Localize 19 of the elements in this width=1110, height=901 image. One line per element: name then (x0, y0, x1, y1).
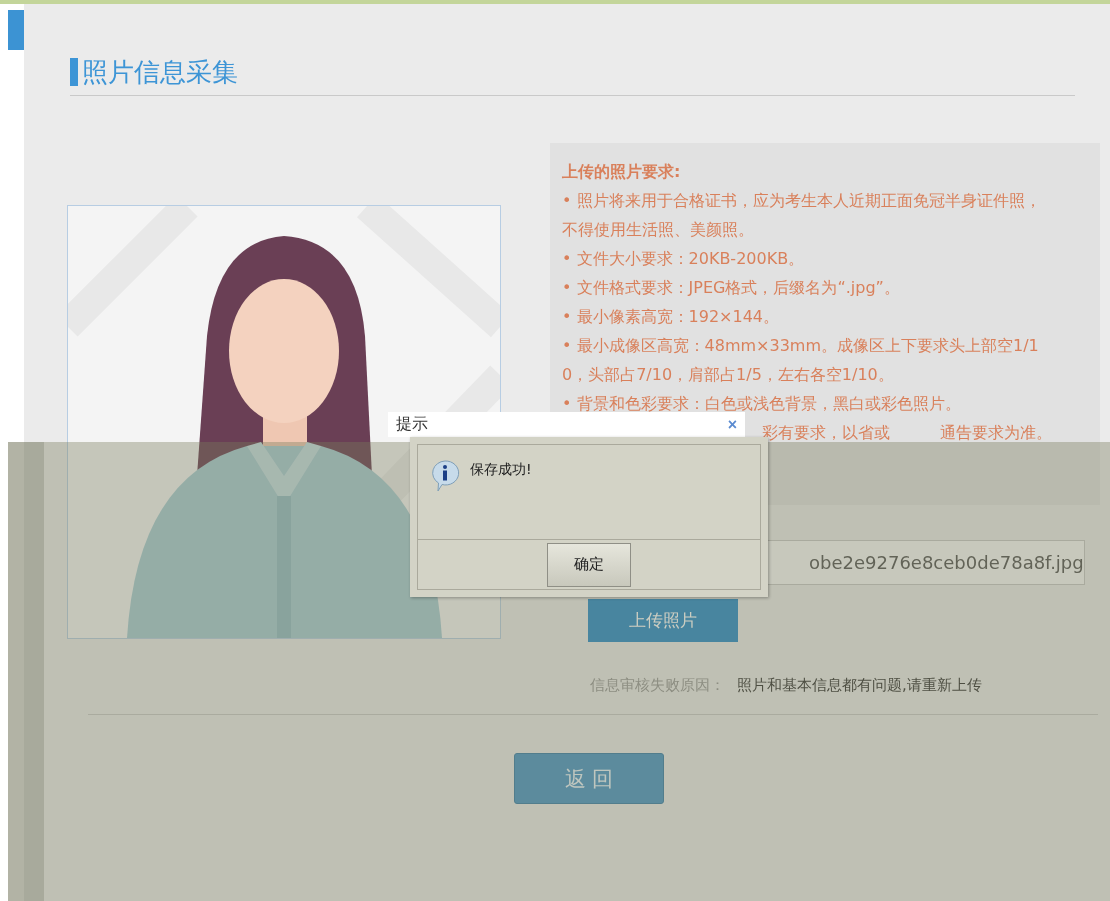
dialog-message: 保存成功! (470, 461, 532, 479)
requirement-item: • 文件格式要求：JPEG格式，后缀名为“.jpg”。 (562, 277, 901, 299)
close-button[interactable]: × (727, 415, 737, 434)
page-title: 照片信息采集 (82, 55, 238, 89)
requirement-item: • 照片将来用于合格证书，应为考生本人近期正面免冠半身证件照，不得使用生活照、美颜照。 (562, 190, 1042, 241)
requirement-text: 通告要求为准。 (940, 422, 1052, 444)
dialog-title: 提示 (396, 414, 428, 435)
title-marker (70, 58, 78, 86)
requirement-item: • 最小成像区高宽：48mm×33mm。成像区上下要求头上部空1/10，头部占7/10，肩部占1/5，左右各空1/10。 (562, 335, 1040, 386)
back-button[interactable]: 返 回 (514, 753, 664, 804)
requirement-item: • 背景和色彩要求：白色或浅色背景，黑白或彩色照片。 (562, 393, 962, 415)
ok-button[interactable]: 确定 (547, 542, 631, 587)
upload-photo-button[interactable]: 上传照片 (588, 599, 738, 642)
review-reason: 照片和基本信息都有问题,请重新上传 (737, 676, 982, 695)
accent-bar (8, 10, 24, 50)
requirements-heading: 上传的照片要求: (562, 161, 682, 183)
info-icon (430, 459, 460, 493)
requirement-item: • 文件大小要求：20KB-200KB。 (562, 248, 806, 270)
requirement-item: • 最小像素高宽：192×144。 (562, 306, 780, 328)
